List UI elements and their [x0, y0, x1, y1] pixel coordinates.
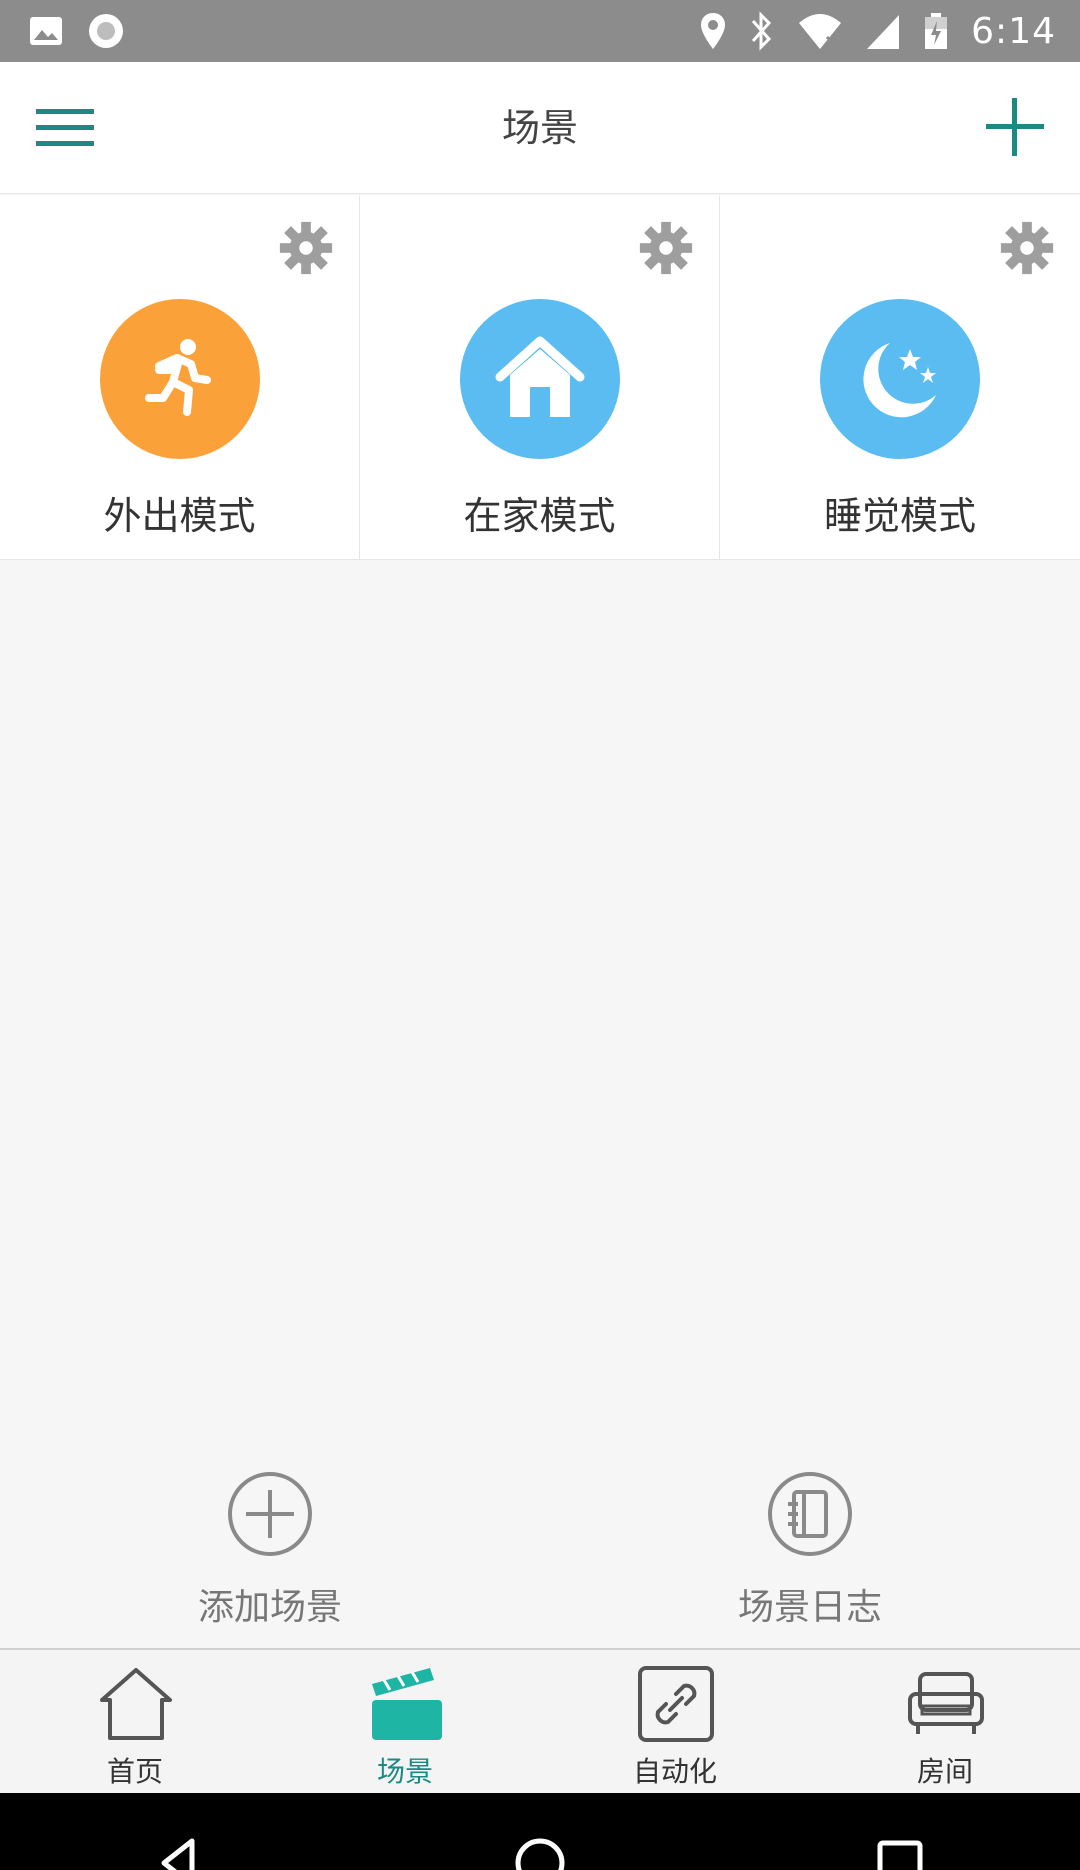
running-person-icon: [145, 339, 211, 416]
status-bar: 6:14: [0, 0, 1080, 62]
scene-log-button[interactable]: 场景日志: [660, 1470, 960, 1630]
app-bar: 场景: [0, 62, 1080, 194]
recents-icon[interactable]: [870, 1833, 930, 1870]
nav-label: 房间: [916, 1755, 973, 1788]
nav-item-automation[interactable]: 自动化: [540, 1650, 810, 1793]
add-button[interactable]: [980, 92, 1050, 162]
bottom-nav: 首页 场景 自动化 房间: [0, 1648, 1080, 1793]
add-scene-button[interactable]: 添加场景: [120, 1470, 420, 1630]
hamburger-icon: [36, 109, 94, 146]
nav-item-home[interactable]: 首页: [0, 1650, 270, 1793]
house-icon: [495, 336, 585, 417]
image-icon: [30, 17, 62, 45]
page-title: 场景: [501, 106, 578, 150]
scene-card-sleep[interactable]: 睡觉模式: [720, 195, 1080, 560]
clapperboard-icon: [372, 1668, 442, 1740]
gear-icon[interactable]: [277, 219, 335, 277]
menu-button[interactable]: [30, 92, 100, 162]
action-row: 添加场景 场景日志: [0, 1470, 1080, 1630]
wifi-icon: [799, 14, 842, 49]
scene-icon-circle: [100, 299, 260, 459]
add-circle-icon: [228, 1472, 312, 1556]
scene-icon-circle: [460, 299, 620, 459]
plus-icon: [986, 98, 1044, 156]
scene-label: 外出模式: [103, 494, 256, 538]
home-icon: [100, 1668, 172, 1740]
gear-icon[interactable]: [998, 219, 1056, 277]
nav-label: 自动化: [632, 1755, 717, 1788]
moon-stars-icon: [863, 343, 936, 418]
scene-log-label: 场景日志: [737, 1587, 882, 1628]
nav-label: 场景: [376, 1755, 433, 1788]
scene-icon-circle: [820, 299, 980, 459]
nav-label: 首页: [106, 1755, 163, 1788]
record-icon: [89, 14, 123, 48]
add-scene-label: 添加场景: [197, 1587, 342, 1628]
link-icon: [638, 1666, 714, 1742]
status-time: 6:14: [971, 10, 1056, 52]
gear-icon[interactable]: [637, 219, 695, 277]
battery-icon: [925, 13, 948, 49]
scene-card-home[interactable]: 在家模式: [360, 195, 720, 560]
nav-item-room[interactable]: 房间: [810, 1650, 1080, 1793]
scene-label: 在家模式: [463, 494, 616, 538]
scene-grid: 外出模式 在家模式 睡觉模式: [0, 195, 1080, 560]
scene-card-away[interactable]: 外出模式: [0, 195, 360, 560]
sofa-icon: [908, 1672, 984, 1734]
signal-icon: [867, 15, 900, 49]
back-icon[interactable]: [150, 1833, 210, 1870]
scene-label: 睡觉模式: [823, 494, 976, 538]
nav-item-scene[interactable]: 场景: [270, 1650, 540, 1793]
location-icon: [701, 13, 726, 49]
home-circle-icon[interactable]: [510, 1833, 570, 1870]
log-book-icon: [768, 1472, 852, 1556]
system-nav-bar: [0, 1793, 1080, 1870]
bluetooth-icon: [752, 11, 772, 51]
